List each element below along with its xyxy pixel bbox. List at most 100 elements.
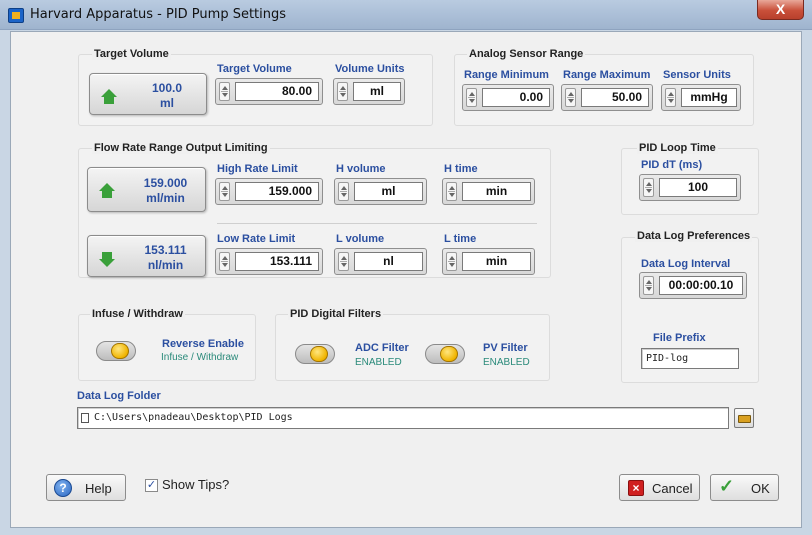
- target-volume-value[interactable]: 80.00: [235, 82, 319, 101]
- data-log-prefs-group-title: Data Log Preferences: [635, 230, 753, 242]
- adc-filter-toggle[interactable]: [295, 344, 335, 364]
- spin-arrows-icon[interactable]: [338, 182, 349, 201]
- ok-button[interactable]: ✓ OK: [710, 474, 779, 501]
- spin-arrows-icon[interactable]: [446, 252, 457, 271]
- file-prefix-input[interactable]: PID-log: [641, 348, 739, 369]
- file-prefix-label: File Prefix: [653, 332, 706, 344]
- sensor-units-control[interactable]: mmHg: [661, 84, 741, 111]
- target-volume-control[interactable]: 80.00: [215, 78, 323, 105]
- volume-units-control[interactable]: ml: [333, 78, 405, 105]
- range-max-value[interactable]: 50.00: [581, 88, 649, 107]
- high-rate-indicator-value: 159.000: [143, 176, 188, 190]
- reverse-enable-label: Reverse Enable: [162, 338, 244, 350]
- h-time-label: H time: [444, 163, 478, 175]
- volume-units-label: Volume Units: [335, 63, 405, 75]
- data-log-folder-input[interactable]: C:\Users\pnadeau\Desktop\PID Logs: [77, 407, 729, 429]
- checkmark-icon: ✓: [719, 476, 735, 496]
- analog-sensor-group-title: Analog Sensor Range: [467, 48, 586, 60]
- target-volume-indicator[interactable]: 100.0 ml: [89, 73, 207, 115]
- low-rate-limit-value[interactable]: 153.111: [235, 252, 319, 271]
- h-volume-control[interactable]: ml: [334, 178, 427, 205]
- reverse-enable-sublabel: Infuse / Withdraw: [161, 352, 239, 363]
- toggle-knob: [310, 346, 328, 362]
- app-icon: [8, 8, 24, 23]
- ok-button-label: OK: [751, 481, 770, 496]
- h-time-control[interactable]: min: [442, 178, 535, 205]
- data-log-folder-label: Data Log Folder: [77, 390, 161, 402]
- close-button[interactable]: X: [757, 0, 804, 20]
- range-min-label: Range Minimum: [464, 69, 549, 81]
- path-icon: [81, 413, 89, 423]
- reverse-enable-toggle[interactable]: [96, 341, 136, 361]
- spin-arrows-icon[interactable]: [338, 252, 349, 271]
- l-time-value[interactable]: min: [462, 252, 531, 271]
- browse-folder-button[interactable]: [734, 408, 754, 428]
- low-rate-indicator[interactable]: 153.111 nl/min: [87, 235, 206, 277]
- target-volume-indicator-value: 100.0: [151, 81, 183, 95]
- spin-arrows-icon[interactable]: [219, 182, 230, 201]
- toggle-knob: [440, 346, 458, 362]
- range-min-control[interactable]: 0.00: [462, 84, 554, 111]
- pv-filter-label: PV Filter: [483, 342, 528, 354]
- folder-icon: [738, 415, 751, 423]
- spin-arrows-icon[interactable]: [337, 82, 348, 101]
- dialog-body: Target Volume 100.0 ml Target Volume 80.…: [10, 31, 802, 528]
- show-tips-label: Show Tips?: [162, 477, 230, 492]
- show-tips-checkbox[interactable]: ✓: [145, 479, 158, 492]
- pid-dt-value[interactable]: 100: [659, 178, 737, 197]
- adc-filter-status: ENABLED: [355, 357, 402, 368]
- high-rate-indicator[interactable]: 159.000 ml/min: [87, 167, 206, 212]
- data-log-interval-value[interactable]: 00:00:00.10: [659, 276, 743, 295]
- data-log-folder-path: C:\Users\pnadeau\Desktop\PID Logs: [94, 412, 293, 423]
- help-icon: ?: [54, 479, 72, 497]
- l-volume-value[interactable]: nl: [354, 252, 423, 271]
- target-volume-label: Target Volume: [217, 63, 292, 75]
- spin-arrows-icon[interactable]: [219, 252, 230, 271]
- toggle-knob: [111, 343, 129, 359]
- pid-filters-group-title: PID Digital Filters: [288, 308, 384, 320]
- spin-arrows-icon[interactable]: [665, 88, 676, 107]
- flow-rate-group-title: Flow Rate Range Output Limiting: [92, 142, 270, 154]
- h-time-value[interactable]: min: [462, 182, 531, 201]
- h-volume-label: H volume: [336, 163, 386, 175]
- sensor-units-value[interactable]: mmHg: [681, 88, 737, 107]
- spin-arrows-icon[interactable]: [643, 178, 654, 197]
- spin-arrows-icon[interactable]: [643, 276, 654, 295]
- l-time-control[interactable]: min: [442, 248, 535, 275]
- adc-filter-label: ADC Filter: [355, 342, 409, 354]
- low-rate-limit-label: Low Rate Limit: [217, 233, 296, 245]
- cancel-button[interactable]: × Cancel: [619, 474, 700, 501]
- l-volume-control[interactable]: nl: [334, 248, 427, 275]
- help-button[interactable]: ? Help: [46, 474, 126, 501]
- pv-filter-status: ENABLED: [483, 357, 530, 368]
- pid-dt-label: PID dT (ms): [641, 159, 703, 171]
- range-max-control[interactable]: 50.00: [561, 84, 653, 111]
- l-time-label: L time: [444, 233, 477, 245]
- data-log-interval-control[interactable]: 00:00:00.10: [639, 272, 747, 299]
- data-log-interval-label: Data Log Interval: [641, 258, 731, 270]
- h-volume-value[interactable]: ml: [354, 182, 423, 201]
- pid-loop-group-title: PID Loop Time: [637, 142, 718, 154]
- high-rate-limit-label: High Rate Limit: [217, 163, 298, 175]
- window-title: Harvard Apparatus - PID Pump Settings: [30, 7, 287, 22]
- cancel-x-icon: ×: [628, 480, 644, 496]
- target-volume-indicator-unit: ml: [159, 96, 174, 110]
- sensor-units-label: Sensor Units: [663, 69, 731, 81]
- infuse-withdraw-group-title: Infuse / Withdraw: [90, 308, 185, 320]
- high-rate-limit-control[interactable]: 159.000: [215, 178, 323, 205]
- help-button-label: Help: [85, 481, 112, 496]
- low-rate-indicator-unit: nl/min: [147, 258, 184, 272]
- range-min-value[interactable]: 0.00: [482, 88, 550, 107]
- pid-dt-control[interactable]: 100: [639, 174, 741, 201]
- range-max-label: Range Maximum: [563, 69, 651, 81]
- low-rate-limit-control[interactable]: 153.111: [215, 248, 323, 275]
- pv-filter-toggle[interactable]: [425, 344, 465, 364]
- spin-arrows-icon[interactable]: [565, 88, 576, 107]
- cancel-button-label: Cancel: [652, 481, 693, 496]
- spin-arrows-icon[interactable]: [219, 82, 230, 101]
- volume-units-value[interactable]: ml: [353, 82, 401, 101]
- high-rate-limit-value[interactable]: 159.000: [235, 182, 319, 201]
- spin-arrows-icon[interactable]: [446, 182, 457, 201]
- spin-arrows-icon[interactable]: [466, 88, 477, 107]
- target-volume-group-title: Target Volume: [92, 48, 171, 60]
